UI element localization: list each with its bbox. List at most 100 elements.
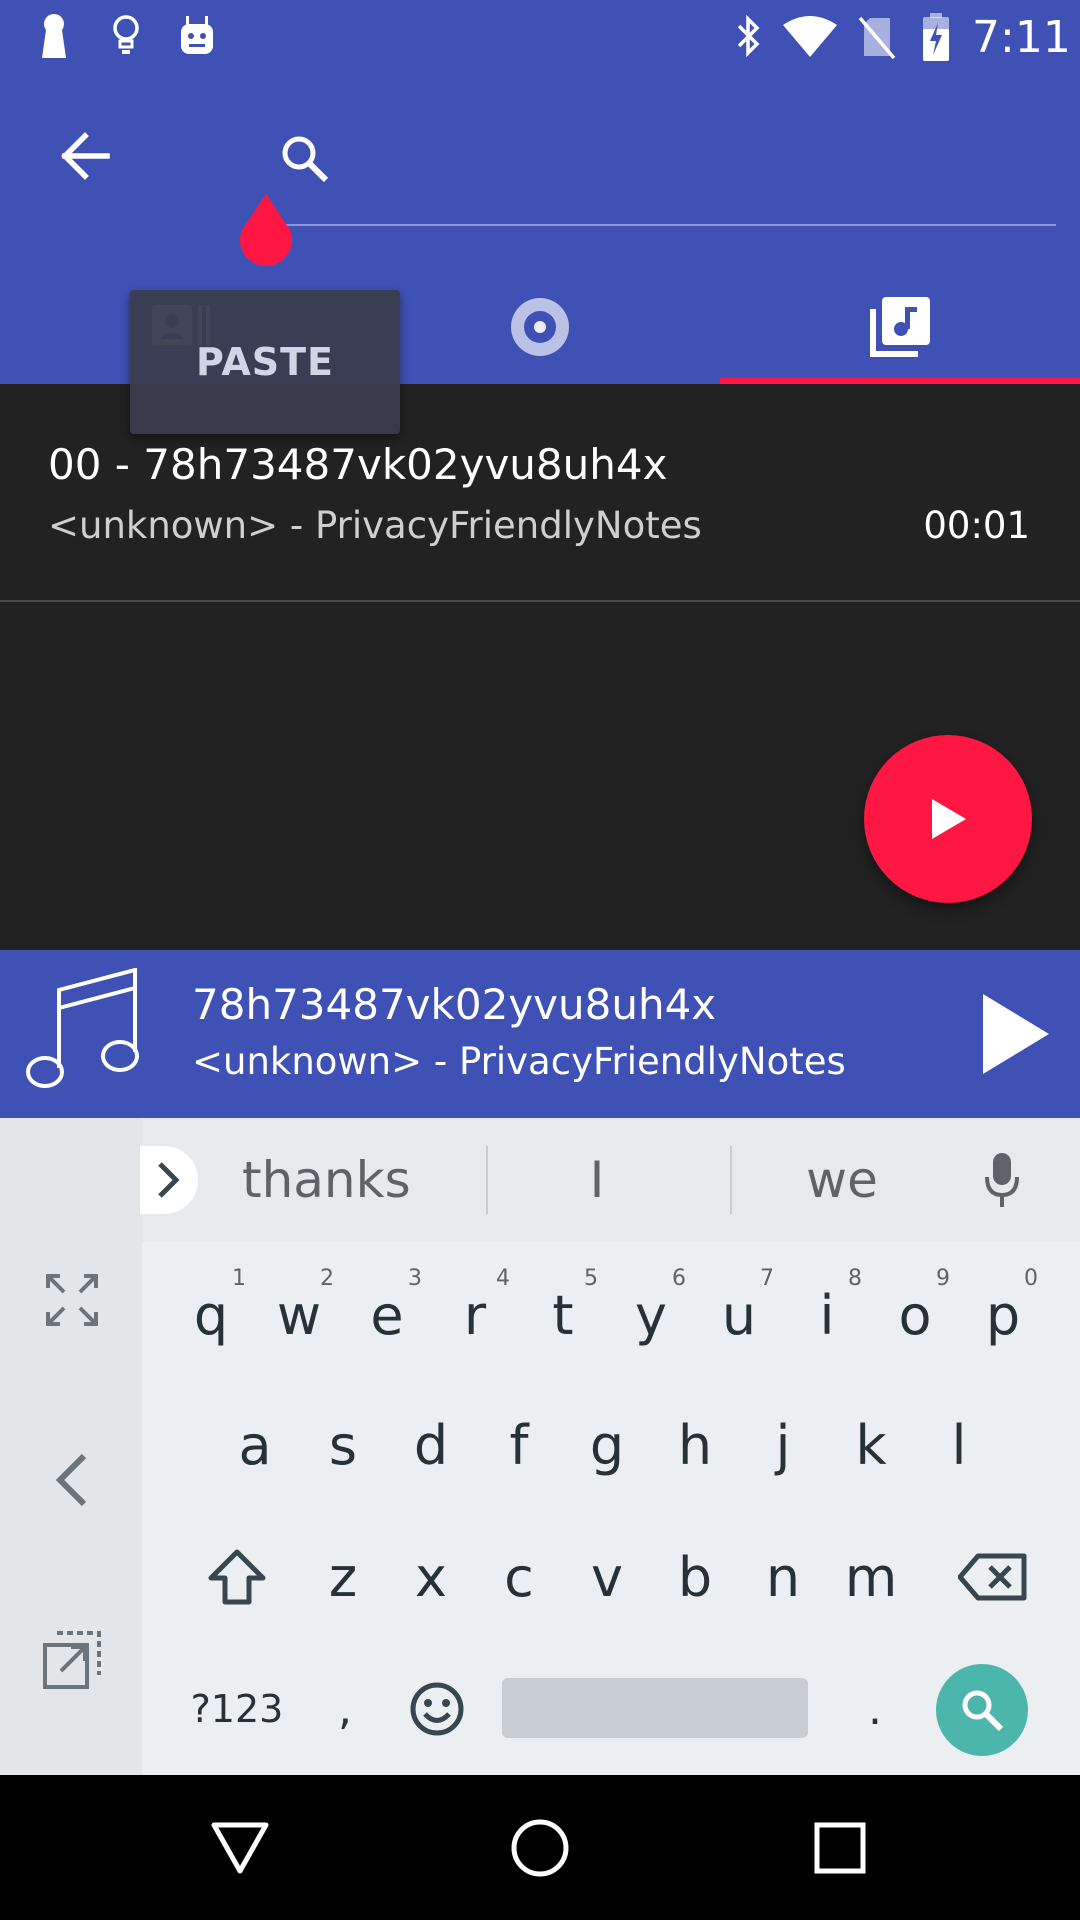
play-icon: [981, 992, 1051, 1076]
key-i[interactable]: i8: [784, 1260, 870, 1370]
key-x[interactable]: x: [388, 1522, 474, 1632]
comma-key[interactable]: ,: [302, 1654, 388, 1764]
key-b[interactable]: b: [652, 1522, 738, 1632]
key-label: e: [370, 1283, 404, 1347]
key-label: p: [985, 1283, 1021, 1347]
float-keyboard-icon[interactable]: [30, 1618, 114, 1702]
play-all-fab[interactable]: [864, 735, 1032, 903]
key-row-1: q1 w2 e3 r4 t5 y6 u7 i8 o9 p0: [142, 1260, 1080, 1370]
key-g[interactable]: g: [564, 1390, 650, 1500]
wifi-icon: [780, 12, 840, 62]
backspace-icon: [958, 1552, 1028, 1602]
chevron-left-icon[interactable]: [30, 1438, 114, 1522]
expand-keyboard-icon[interactable]: [30, 1258, 114, 1342]
bluetooth-icon: [726, 10, 770, 62]
key-hint: 3: [408, 1266, 422, 1291]
triangle-back-icon: [210, 1821, 270, 1875]
now-playing-bar[interactable]: 78h73487vk02yvu8uh4x <unknown> - Privacy…: [0, 950, 1080, 1118]
key-n[interactable]: n: [740, 1522, 826, 1632]
key-s[interactable]: s: [300, 1390, 386, 1500]
microphone-icon[interactable]: [972, 1142, 1032, 1218]
song-artist-album: <unknown> - PrivacyFriendlyNotes: [48, 504, 702, 547]
key-z[interactable]: z: [300, 1522, 386, 1632]
paste-popup[interactable]: PASTE: [130, 290, 400, 434]
key-h[interactable]: h: [652, 1390, 738, 1500]
suggestion-strip: thanks I we: [140, 1118, 1080, 1242]
key-e[interactable]: e3: [344, 1260, 430, 1370]
smiley-icon: [409, 1681, 465, 1737]
period-key[interactable]: .: [832, 1654, 918, 1764]
key-label: q: [193, 1283, 229, 1347]
soft-keyboard: thanks I we q1 w2 e3 r4 t5 y6 u7 i8 o9 p…: [0, 1118, 1080, 1775]
nav-recents-button[interactable]: [790, 1801, 890, 1895]
key-y[interactable]: y6: [608, 1260, 694, 1370]
tab-albums[interactable]: [360, 270, 720, 384]
key-k[interactable]: k: [828, 1390, 914, 1500]
key-j[interactable]: j: [740, 1390, 826, 1500]
symbols-key[interactable]: ?123: [172, 1654, 302, 1764]
key-f[interactable]: f: [476, 1390, 562, 1500]
key-hint: 6: [672, 1266, 686, 1291]
key-label: i: [819, 1283, 835, 1347]
key-r[interactable]: r4: [432, 1260, 518, 1370]
key-t[interactable]: t5: [520, 1260, 606, 1370]
shift-key[interactable]: [182, 1522, 292, 1632]
key-l[interactable]: l: [916, 1390, 1002, 1500]
key-c[interactable]: c: [476, 1522, 562, 1632]
keyboard-side-panel: [0, 1118, 142, 1775]
key-q[interactable]: q1: [168, 1260, 254, 1370]
key-hint: 0: [1024, 1266, 1038, 1291]
key-m[interactable]: m: [828, 1522, 914, 1632]
backspace-key[interactable]: [938, 1522, 1048, 1632]
disc-icon: [509, 296, 571, 358]
music-note-icon: [24, 966, 142, 1102]
now-playing-title: 78h73487vk02yvu8uh4x: [192, 980, 717, 1029]
battery-charging-icon: [916, 10, 956, 64]
key-label: u: [721, 1283, 757, 1347]
suggestion-1[interactable]: thanks: [242, 1146, 411, 1214]
circle-home-icon: [510, 1818, 570, 1878]
key-label: y: [635, 1283, 667, 1347]
play-icon: [928, 797, 968, 841]
nav-home-button[interactable]: [490, 1801, 590, 1895]
suggestion-divider: [730, 1146, 732, 1214]
text-cursor-handle[interactable]: [234, 192, 298, 266]
android-icon: [176, 10, 218, 62]
chevron-right-icon[interactable]: [140, 1146, 198, 1214]
now-playing-play-button[interactable]: [966, 984, 1066, 1084]
key-label: t: [552, 1283, 574, 1347]
suggestion-2[interactable]: I: [542, 1146, 652, 1214]
key-hint: 5: [584, 1266, 598, 1291]
song-title: 00 - 78h73487vk02yvu8uh4x: [48, 440, 668, 489]
key-hint: 9: [936, 1266, 950, 1291]
tab-songs[interactable]: [720, 270, 1080, 384]
key-d[interactable]: d: [388, 1390, 474, 1500]
key-o[interactable]: o9: [872, 1260, 958, 1370]
space-key[interactable]: [502, 1678, 808, 1738]
key-label: o: [898, 1283, 932, 1347]
suggestion-3[interactable]: we: [762, 1146, 922, 1214]
search-action-key[interactable]: [936, 1664, 1028, 1756]
key-w[interactable]: w2: [256, 1260, 342, 1370]
key-hint: 1: [232, 1266, 246, 1291]
key-v[interactable]: v: [564, 1522, 650, 1632]
search-input[interactable]: [344, 130, 1058, 192]
back-button[interactable]: [40, 120, 130, 192]
key-hint: 8: [848, 1266, 862, 1291]
suggestion-divider: [486, 1146, 488, 1214]
system-nav-bar: [0, 1775, 1080, 1920]
key-p[interactable]: p0: [960, 1260, 1046, 1370]
key-a[interactable]: a: [212, 1390, 298, 1500]
emoji-key[interactable]: [392, 1654, 482, 1764]
now-playing-subtitle: <unknown> - PrivacyFriendlyNotes: [192, 1040, 846, 1083]
nav-back-button[interactable]: [190, 1801, 290, 1895]
key-label: w: [276, 1283, 322, 1347]
key-u[interactable]: u7: [696, 1260, 782, 1370]
search-icon: [959, 1687, 1005, 1733]
paste-button[interactable]: PASTE: [130, 290, 400, 434]
music-library-icon: [868, 295, 932, 359]
shift-icon: [207, 1548, 267, 1606]
keyhole-icon: [34, 10, 74, 62]
key-label: r: [463, 1283, 487, 1347]
key-row-4: ?123 , .: [142, 1654, 1080, 1764]
